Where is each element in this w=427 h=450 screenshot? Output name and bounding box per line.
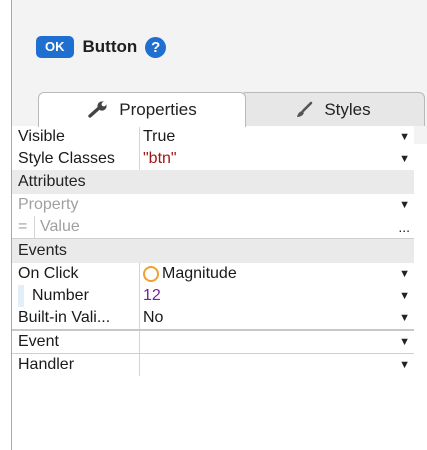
- tab-label: Properties: [119, 100, 197, 119]
- component-title-row: OK Button ?: [36, 36, 167, 58]
- tab-properties[interactable]: Properties: [38, 92, 246, 127]
- property-name: On Click: [12, 263, 140, 285]
- dropdown-arrow-icon[interactable]: ▼: [399, 307, 410, 329]
- property-name: Visible: [12, 126, 140, 148]
- dropdown-arrow-icon[interactable]: ▼: [399, 285, 410, 307]
- attribute-property-input[interactable]: Property: [12, 194, 414, 216]
- component-header: OK Button ? Properties Styles: [12, 0, 427, 144]
- property-value[interactable]: "btn": [140, 148, 414, 170]
- property-value[interactable]: True: [140, 126, 414, 148]
- property-value[interactable]: No: [140, 307, 414, 329]
- event-row-event[interactable]: Event ▼: [12, 331, 414, 353]
- attribute-value-row[interactable]: = Value ...: [12, 216, 414, 238]
- event-row-builtin-validation[interactable]: Built-in Vali... No ▼: [12, 307, 414, 329]
- attribute-property-row[interactable]: Property ▼: [12, 194, 414, 216]
- dropdown-arrow-icon[interactable]: ▼: [399, 263, 410, 285]
- help-icon[interactable]: ?: [145, 36, 167, 58]
- property-name: Number: [12, 285, 140, 307]
- property-value[interactable]: 12: [140, 285, 414, 307]
- action-name: Magnitude: [162, 265, 237, 282]
- section-header-events: Events: [12, 239, 414, 263]
- event-row-on-click[interactable]: On Click Magnitude ▼: [12, 263, 414, 285]
- dropdown-arrow-icon[interactable]: ▼: [399, 194, 410, 216]
- property-name: Style Classes: [12, 148, 140, 170]
- more-options-button[interactable]: ...: [398, 216, 410, 238]
- equals-sign: =: [12, 216, 35, 238]
- component-type-badge: OK: [36, 36, 74, 58]
- event-row-handler[interactable]: Handler ▼: [12, 354, 414, 376]
- property-value[interactable]: [140, 331, 414, 353]
- dropdown-arrow-icon[interactable]: ▼: [399, 354, 410, 376]
- section-header-attributes: Attributes: [12, 170, 414, 194]
- property-row-style-classes[interactable]: Style Classes "btn" ▼: [12, 148, 414, 170]
- dropdown-arrow-icon[interactable]: ▼: [399, 331, 410, 353]
- tab-styles[interactable]: Styles: [240, 92, 425, 126]
- property-name: Built-in Vali...: [12, 307, 140, 329]
- property-row-visible[interactable]: Visible True ▼: [12, 126, 414, 148]
- action-radio-icon: [143, 266, 159, 282]
- properties-panel: Visible True ▼ Style Classes "btn" ▼ Att…: [12, 126, 414, 376]
- inspector-tabs: Properties Styles: [26, 92, 427, 127]
- wrench-icon: [87, 101, 109, 119]
- event-row-number[interactable]: Number 12 ▼: [12, 285, 414, 307]
- dropdown-arrow-icon[interactable]: ▼: [399, 148, 410, 170]
- property-value[interactable]: Magnitude: [140, 263, 414, 285]
- tab-label: Styles: [324, 99, 371, 119]
- dropdown-arrow-icon[interactable]: ▼: [399, 126, 410, 148]
- property-value[interactable]: [140, 354, 414, 376]
- property-name: Event: [12, 331, 140, 353]
- brush-icon: [294, 101, 314, 119]
- attribute-value-input[interactable]: Value: [35, 216, 414, 238]
- component-title: Button: [82, 37, 138, 56]
- indent-marker: [18, 285, 24, 307]
- property-name: Handler: [12, 354, 140, 376]
